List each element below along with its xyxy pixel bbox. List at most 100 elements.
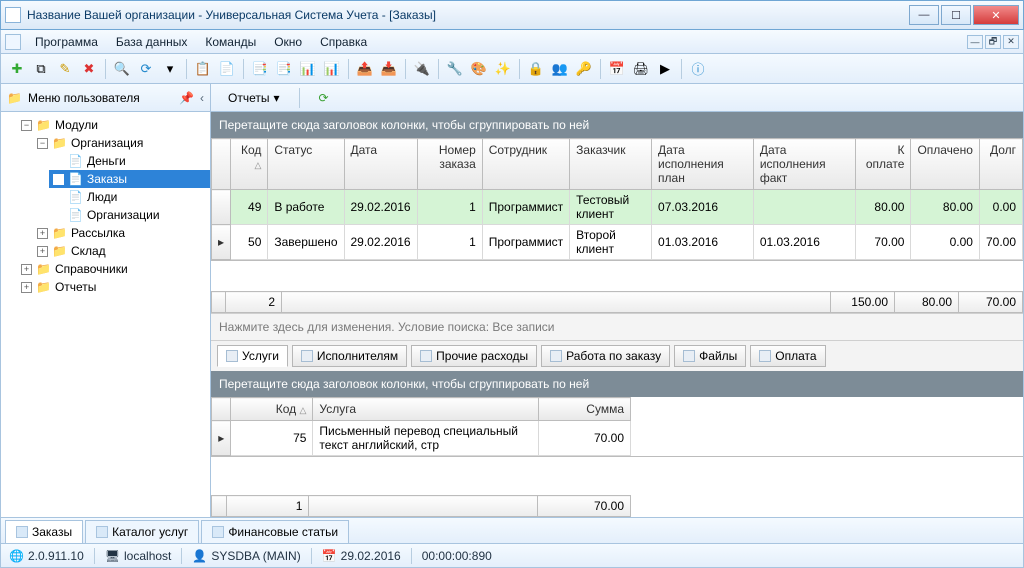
detail-tabs: Услуги Исполнителям Прочие расходы Работ… (211, 340, 1023, 371)
detail-group-drop-area[interactable]: Перетащите сюда заголовок колонки, чтобы… (211, 371, 1023, 397)
edit-icon[interactable]: ✎ (55, 59, 75, 79)
nav-tree[interactable]: −Модули −Организация Деньги Заказы Люди … (1, 112, 211, 517)
status-date: 29.02.2016 (341, 549, 401, 563)
col-customer[interactable]: Заказчик (570, 139, 652, 190)
reload-button[interactable]: ⟳ (310, 87, 338, 109)
export1-icon[interactable]: 📤 (355, 59, 375, 79)
globe-icon: 🌐 (9, 549, 24, 563)
doc2-icon[interactable]: 📑 (274, 59, 294, 79)
table-row[interactable]: ▸75Письменный перевод специальный текст … (212, 421, 631, 456)
play-icon[interactable]: ▶ (655, 59, 675, 79)
calendar-icon[interactable]: 📅 (607, 59, 627, 79)
btab-finance[interactable]: Финансовые статьи (201, 520, 349, 543)
info-icon[interactable]: ⓘ (688, 59, 708, 79)
table-row[interactable]: ▸50Завершено29.02.20161ПрограммистВторой… (212, 225, 1023, 260)
orders-grid[interactable]: Код △ Статус Дата Номер заказа Сотрудник… (211, 138, 1023, 260)
menu-program[interactable]: Программа (27, 33, 106, 51)
search-icon[interactable]: 🔍 (112, 59, 132, 79)
col-ordernum[interactable]: Номер заказа (417, 139, 482, 190)
col-fact[interactable]: Дата исполнения факт (753, 139, 855, 190)
btab-orders[interactable]: Заказы (5, 520, 83, 543)
filter-icon[interactable]: ▾ (160, 59, 180, 79)
group-drop-area[interactable]: Перетащите сюда заголовок колонки, чтобы… (211, 112, 1023, 138)
grid-header-row[interactable]: Код △ Статус Дата Номер заказа Сотрудник… (212, 139, 1023, 190)
wand-icon[interactable]: ✨ (493, 59, 513, 79)
tree-mailing[interactable]: +Рассылка (33, 224, 210, 242)
document-tabs: Заказы Каталог услуг Финансовые статьи (0, 518, 1024, 544)
tab-work[interactable]: Работа по заказу (541, 345, 670, 367)
calendar-status-icon: 📅 (322, 549, 337, 563)
search-condition-band[interactable]: Нажмите здесь для изменения. Условие пои… (211, 313, 1023, 340)
col-code[interactable]: Код △ (231, 139, 268, 190)
status-host: localhost (124, 549, 171, 563)
tree-org[interactable]: −Организация (33, 134, 210, 152)
tab-performers[interactable]: Исполнителям (292, 345, 407, 367)
refresh-icon[interactable]: ⟳ (136, 59, 156, 79)
tab-services[interactable]: Услуги (217, 345, 288, 367)
reports-dropdown[interactable]: Отчеты ▾ (219, 87, 289, 109)
tree-orgs[interactable]: Организации (49, 206, 210, 224)
tree-modules[interactable]: −Модули (17, 116, 210, 134)
app-icon (5, 7, 21, 23)
folder-icon (7, 91, 22, 105)
new-icon[interactable]: ✚ (7, 59, 27, 79)
reports-label: Отчеты (228, 91, 269, 105)
menu-help[interactable]: Справка (312, 33, 375, 51)
users-icon[interactable]: 👥 (550, 59, 570, 79)
tree-money[interactable]: Деньги (49, 152, 210, 170)
dcol-service[interactable]: Услуга (313, 398, 538, 421)
copy-icon[interactable]: ⧉ (31, 59, 51, 79)
mdi-close-button[interactable]: ✕ (1003, 35, 1019, 49)
palette-icon[interactable]: 🎨 (469, 59, 489, 79)
doc1-icon[interactable]: 📑 (250, 59, 270, 79)
doc3-icon[interactable]: 📊 (298, 59, 318, 79)
status-user: SYSDBA (MAIN) (211, 549, 300, 563)
user-icon: 👤 (192, 549, 207, 563)
mdi-restore-button[interactable]: 🗗 (985, 35, 1001, 49)
services-grid[interactable]: Код △ Услуга Сумма ▸75Письменный перевод… (211, 397, 631, 456)
export2-icon[interactable]: 📥 (379, 59, 399, 79)
tree-reports[interactable]: +Отчеты (17, 278, 210, 296)
col-plan[interactable]: Дата исполнения план (652, 139, 754, 190)
lock-icon[interactable]: 🔒 (526, 59, 546, 79)
col-paid[interactable]: Оплачено (911, 139, 979, 190)
doc4-icon[interactable]: 📊 (322, 59, 342, 79)
menu-database[interactable]: База данных (108, 33, 195, 51)
tab-expenses[interactable]: Прочие расходы (411, 345, 537, 367)
action1-icon[interactable]: 📋 (193, 59, 213, 79)
plug-icon[interactable]: 🔌 (412, 59, 432, 79)
tree-stock[interactable]: +Склад (33, 242, 210, 260)
tree-refs[interactable]: +Справочники (17, 260, 210, 278)
tree-people[interactable]: Люди (49, 188, 210, 206)
col-status[interactable]: Статус (268, 139, 344, 190)
mdi-minimize-button[interactable]: — (967, 35, 983, 49)
minimize-button[interactable]: — (909, 5, 939, 25)
tree-orders[interactable]: Заказы (49, 170, 210, 188)
menu-commands[interactable]: Команды (197, 33, 264, 51)
status-bar: 🌐2.0.911.10 🖥localhost 👤SYSDBA (MAIN) 📅2… (0, 544, 1024, 568)
close-button[interactable]: ✕ (973, 5, 1019, 25)
btab-catalog[interactable]: Каталог услуг (85, 520, 199, 543)
dcol-code[interactable]: Код △ (231, 398, 313, 421)
menu-window[interactable]: Окно (266, 33, 310, 51)
services-grid-footer: 1 70.00 (211, 495, 631, 517)
action2-icon[interactable]: 📄 (217, 59, 237, 79)
key-icon[interactable]: 🔑 (574, 59, 594, 79)
print-icon[interactable]: 🖨 (631, 59, 651, 79)
maximize-button[interactable]: ☐ (941, 5, 971, 25)
tab-payment[interactable]: Оплата (750, 345, 825, 367)
system-menu-icon[interactable] (5, 34, 21, 50)
dcol-sum[interactable]: Сумма (538, 398, 630, 421)
chevron-left-icon[interactable]: ‹ (200, 91, 204, 105)
col-debt[interactable]: Долг (979, 139, 1022, 190)
table-row[interactable]: 49В работе29.02.20161ПрограммистТестовый… (212, 190, 1023, 225)
col-date[interactable]: Дата (344, 139, 417, 190)
tools-icon[interactable]: 🔧 (445, 59, 465, 79)
tab-files[interactable]: Файлы (674, 345, 746, 367)
col-topay[interactable]: К оплате (855, 139, 911, 190)
delete-icon[interactable]: ✖ (79, 59, 99, 79)
pin-icon[interactable]: 📌 (179, 91, 194, 105)
col-employee[interactable]: Сотрудник (482, 139, 569, 190)
nav-strip: Меню пользователя 📌 ‹ Отчеты ▾ ⟳ (0, 84, 1024, 112)
chevron-down-icon: ▾ (273, 91, 279, 105)
